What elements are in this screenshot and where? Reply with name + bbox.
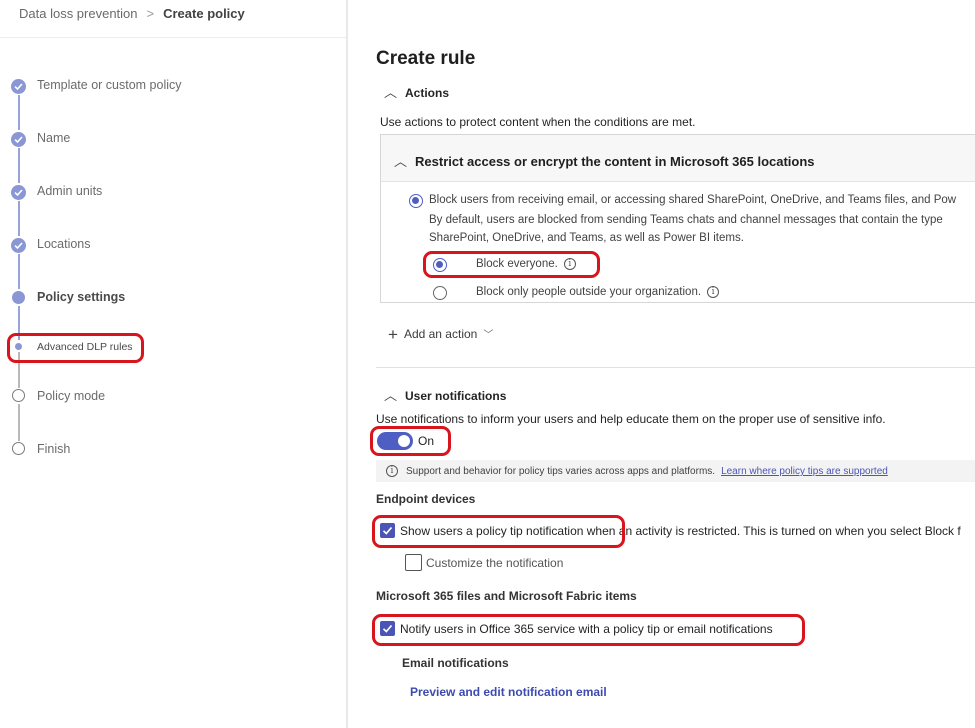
preview-notification-email-link[interactable]: Preview and edit notification email [410, 685, 607, 699]
step-name[interactable]: Name [37, 131, 70, 145]
block-outside-text: Block only people outside your organizat… [476, 286, 702, 298]
highlight-box [370, 426, 451, 456]
highlight-box [423, 251, 600, 278]
step-connector [18, 148, 20, 183]
step-connector [18, 201, 20, 236]
step-active-dot [12, 291, 25, 304]
block-users-radio[interactable] [409, 194, 423, 208]
infobar-content: i Support and behavior for policy tips va… [386, 465, 888, 477]
add-action-button[interactable]: + Add an action ﹀ [388, 325, 493, 345]
panel-header[interactable]: ︿ Restrict access or encrypt the content … [381, 135, 975, 182]
page-title: Create rule [376, 48, 476, 69]
wizard-sidebar: Data loss prevention > Create policy Templ… [0, 0, 346, 728]
chevron-up-icon: ︿ [384, 85, 398, 100]
step-policy-settings[interactable]: Policy settings [37, 290, 125, 304]
check-icon [11, 79, 26, 94]
step-connector [18, 404, 20, 441]
highlight-box [372, 515, 625, 548]
step-pending-dot [12, 442, 25, 455]
step-pending-dot [12, 389, 25, 402]
step-admin-units[interactable]: Admin units [37, 184, 102, 198]
highlight-box [372, 614, 805, 646]
breadcrumb-current: Create policy [163, 6, 245, 21]
add-action-label: Add an action [403, 327, 478, 341]
notifications-section-header[interactable]: ︿ User notifications [384, 385, 506, 404]
notifications-header-label: User notifications [405, 389, 507, 403]
header-divider [0, 37, 346, 38]
chevron-up-icon: ︿ [384, 388, 398, 403]
email-notifications-header: Email notifications [402, 656, 509, 670]
step-connector [18, 95, 20, 130]
infobar-text: Support and behavior for policy tips var… [406, 466, 716, 477]
info-icon: i [386, 465, 398, 477]
highlight-box [7, 333, 144, 363]
endpoint-devices-header: Endpoint devices [376, 492, 476, 506]
customize-notification-label: Customize the notification [426, 556, 564, 570]
m365-files-header: Microsoft 365 files and Microsoft Fabric… [376, 589, 637, 603]
block-outside-radio[interactable] [433, 286, 447, 300]
block-users-desc-2: SharePoint, OneDrive, and Teams, as well… [429, 232, 744, 244]
check-icon [11, 132, 26, 147]
chevron-up-icon: ︿ [394, 154, 408, 169]
breadcrumb: Data loss prevention > Create policy [19, 6, 245, 21]
block-outside-label: Block only people outside your organizat… [476, 286, 720, 298]
block-users-desc-1: By default, users are blocked from sendi… [429, 214, 943, 226]
step-locations[interactable]: Locations [37, 237, 91, 251]
panel-title-label: Restrict access or encrypt the content i… [415, 154, 815, 169]
check-icon [11, 238, 26, 253]
info-icon[interactable]: i [707, 286, 720, 298]
panel-title: ︿ Restrict access or encrypt the content … [394, 151, 815, 170]
breadcrumb-separator: > [146, 6, 155, 21]
create-rule-pane: Create rule ︿ Actions Use actions to prot… [348, 0, 975, 728]
check-icon [11, 185, 26, 200]
actions-header-label: Actions [405, 86, 450, 100]
step-template[interactable]: Template or custom policy [37, 78, 182, 92]
policy-tip-infobar: i Support and behavior for policy tips va… [376, 460, 975, 482]
step-finish[interactable]: Finish [37, 442, 70, 456]
plus-icon: + [388, 325, 398, 344]
actions-description: Use actions to protect content when the … [380, 115, 696, 129]
breadcrumb-parent[interactable]: Data loss prevention [19, 6, 138, 21]
block-users-option-label: Block users from receiving email, or acc… [429, 194, 957, 206]
actions-section-header[interactable]: ︿ Actions [384, 82, 449, 101]
step-policy-mode[interactable]: Policy mode [37, 389, 105, 403]
step-connector [18, 254, 20, 289]
chevron-down-icon: ﹀ [483, 330, 494, 341]
policy-tips-link[interactable]: Learn where policy tips are supported [721, 466, 888, 477]
customize-notification-checkbox[interactable] [405, 554, 422, 571]
notifications-description: Use notifications to inform your users a… [376, 412, 886, 426]
section-divider [376, 367, 975, 368]
